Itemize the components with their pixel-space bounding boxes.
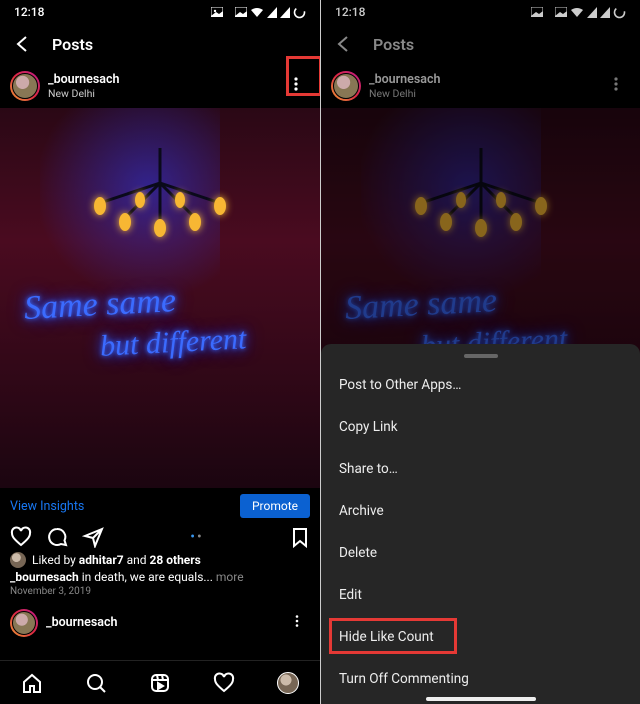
home-icon[interactable] (21, 672, 43, 694)
loading-icon (293, 6, 306, 19)
sheet-item-share-to[interactable]: Share to… (321, 448, 640, 490)
more-vertical-icon (290, 614, 304, 628)
user-block[interactable]: _bournesach New Delhi (48, 72, 120, 100)
app-bar: Posts (321, 24, 640, 64)
status-time: 12:18 (335, 5, 365, 19)
status-icons (531, 5, 626, 19)
profile-avatar[interactable] (277, 672, 299, 694)
avatar (331, 71, 361, 101)
signal-icon (587, 7, 597, 18)
post-date: November 3, 2019 (0, 585, 320, 603)
avatar (10, 609, 38, 637)
bottom-nav (0, 660, 320, 704)
signal-icon (267, 7, 277, 18)
more-vertical-icon (608, 76, 624, 92)
more-options-button (602, 70, 630, 102)
sheet-item-post-other-apps[interactable]: Post to Other Apps… (321, 364, 640, 406)
location: New Delhi (369, 87, 441, 100)
likes-row[interactable]: Liked by adhitar7 and 28 others (0, 550, 320, 569)
picture-icon (531, 7, 543, 17)
share-icon[interactable] (82, 526, 104, 548)
user-block: _bournesach New Delhi (369, 72, 441, 100)
liker-avatar (10, 552, 26, 568)
status-bar: 12:18 (321, 0, 640, 24)
chandelier-graphic (381, 148, 581, 268)
bottom-sheet: Post to Other Apps… Copy Link Share to… … (321, 344, 640, 704)
comment-icon[interactable] (46, 526, 68, 548)
signal-icon (280, 7, 290, 18)
neon-text-1: Same same (344, 282, 498, 328)
avatar[interactable] (10, 71, 40, 101)
signal-icon (600, 7, 610, 18)
wifi-icon (250, 7, 264, 18)
picture-icon (235, 7, 247, 17)
back-icon[interactable] (12, 33, 34, 55)
sheet-item-edit[interactable]: Edit (321, 574, 640, 616)
page-title: Posts (52, 35, 93, 54)
post-header: _bournesach New Delhi (321, 64, 640, 108)
bookmark-icon[interactable] (290, 526, 310, 548)
more-vertical-icon (288, 76, 304, 92)
status-icons (211, 5, 306, 19)
status-bar: 12:18 (0, 0, 320, 24)
reels-icon[interactable] (149, 672, 171, 694)
sheet-handle[interactable] (464, 354, 498, 358)
app-bar: Posts (0, 24, 320, 64)
sheet-item-archive[interactable]: Archive (321, 490, 640, 532)
gesture-bar (426, 697, 536, 701)
action-row: •• (0, 522, 320, 550)
screenshot-left: 12:18 Posts _bournesach New Delhi (0, 0, 320, 704)
username: _bournesach (369, 72, 441, 87)
page-title: Posts (373, 35, 414, 54)
screenshot-right: 12:18 Posts _bournesach New Delhi (320, 0, 640, 704)
carousel-indicator: •• (190, 529, 203, 545)
sheet-item-delete[interactable]: Delete (321, 532, 640, 574)
loading-icon (613, 6, 626, 19)
heart-icon[interactable] (10, 526, 32, 548)
view-insights-link[interactable]: View Insights (10, 499, 84, 514)
likes-text: Liked by adhitar7 and 28 others (32, 553, 201, 567)
picture-icon (211, 7, 223, 17)
sheet-item-hide-like-count[interactable]: Hide Like Count (321, 616, 640, 658)
username: _bournesach (48, 72, 120, 87)
back-icon[interactable] (333, 33, 355, 55)
promote-button[interactable]: Promote (240, 494, 310, 518)
heart-icon[interactable] (213, 672, 235, 694)
picture-icon (555, 7, 567, 17)
wifi-icon (570, 7, 584, 18)
sheet-item-turn-off-commenting[interactable]: Turn Off Commenting (321, 658, 640, 700)
more-options-button[interactable] (284, 607, 310, 638)
next-post-header[interactable]: _bournesach (0, 603, 320, 638)
insight-row: View Insights Promote (0, 488, 320, 522)
sheet-item-copy-link[interactable]: Copy Link (321, 406, 640, 448)
status-time: 12:18 (14, 5, 44, 19)
post-header: _bournesach New Delhi (0, 64, 320, 108)
neon-text-1: Same same (23, 282, 177, 328)
username: _bournesach (46, 615, 118, 630)
search-icon[interactable] (85, 672, 107, 694)
post-image[interactable]: Same same but different (0, 108, 320, 488)
caption[interactable]: _bournesach in death, we are equals... m… (0, 569, 320, 585)
more-options-button[interactable] (282, 70, 310, 102)
chandelier-graphic (60, 148, 260, 268)
location: New Delhi (48, 87, 120, 100)
